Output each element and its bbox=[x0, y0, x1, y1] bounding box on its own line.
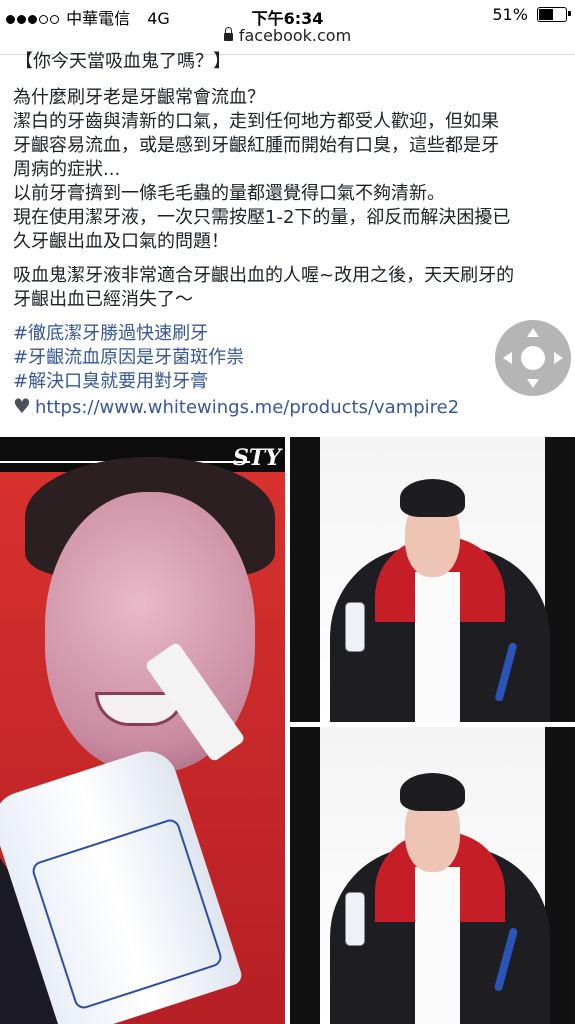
photo-vampire-pose-1[interactable] bbox=[290, 437, 575, 722]
heart-icon: ♥ bbox=[13, 394, 31, 418]
url-domain: facebook.com bbox=[238, 26, 352, 45]
post-line: 為什麼刷牙老是牙齦常會流血？ bbox=[13, 87, 265, 108]
hashtag-link[interactable]: #牙齦流血原因是牙菌斑作祟 bbox=[13, 346, 573, 370]
post-line: 吸血鬼潔牙液非常適合牙齦出血的人喔~改用之後，天天刷牙的 bbox=[13, 265, 515, 286]
photo-vampire-closeup[interactable]: STY bbox=[0, 437, 285, 1024]
post-line: 牙齦出血已經消失了～ bbox=[13, 289, 193, 310]
hashtag-link[interactable]: #解決口臭就要用對牙膏 bbox=[13, 370, 573, 394]
banner-text: STY bbox=[233, 445, 281, 471]
post-line: 現在使用潔牙液，一次只需按壓1-2下的量，卻反而解決困擾已 bbox=[13, 207, 511, 228]
battery-percent: 51% bbox=[492, 5, 528, 24]
post-line: 牙齦容易流血，或是感到牙齦紅腫而開始有口臭，這些都是牙 bbox=[13, 135, 499, 156]
battery-status: 51% bbox=[492, 5, 571, 24]
post-body: 【你今天當吸血鬼了嗎？】 為什麼刷牙老是牙齦常會流血？ 潔白的牙齒與清新的口氣，… bbox=[13, 50, 573, 420]
photo-vampire-pose-2[interactable] bbox=[290, 727, 575, 1024]
center-dot-icon bbox=[521, 346, 545, 370]
photo-grid: STY bbox=[0, 437, 575, 1024]
arrow-down-icon bbox=[527, 379, 539, 388]
hashtag-link[interactable]: #徹底潔牙勝過快速刷牙 bbox=[13, 322, 573, 346]
post-line: 以前牙膏擠到一條毛毛蟲的量都還覺得口氣不夠清新。 bbox=[13, 183, 445, 204]
lock-icon bbox=[223, 27, 233, 41]
product-link-row: ♥ https://www.whitewings.me/products/vamp… bbox=[13, 394, 573, 420]
post-title: 【你今天當吸血鬼了嗎？】 bbox=[15, 51, 231, 72]
assistive-touch-button[interactable] bbox=[495, 320, 571, 396]
product-link[interactable]: https://www.whitewings.me/products/vampi… bbox=[35, 397, 459, 418]
arrow-up-icon bbox=[527, 328, 539, 337]
post-line: 周病的症狀... bbox=[13, 159, 121, 180]
arrow-left-icon bbox=[503, 352, 512, 364]
post-line: 久牙齦出血及口氣的問題！ bbox=[13, 231, 229, 252]
post-line: 潔白的牙齒與清新的口氣，走到任何地方都受人歡迎，但如果 bbox=[13, 111, 499, 132]
arrow-right-icon bbox=[554, 352, 563, 364]
battery-icon bbox=[537, 7, 571, 22]
